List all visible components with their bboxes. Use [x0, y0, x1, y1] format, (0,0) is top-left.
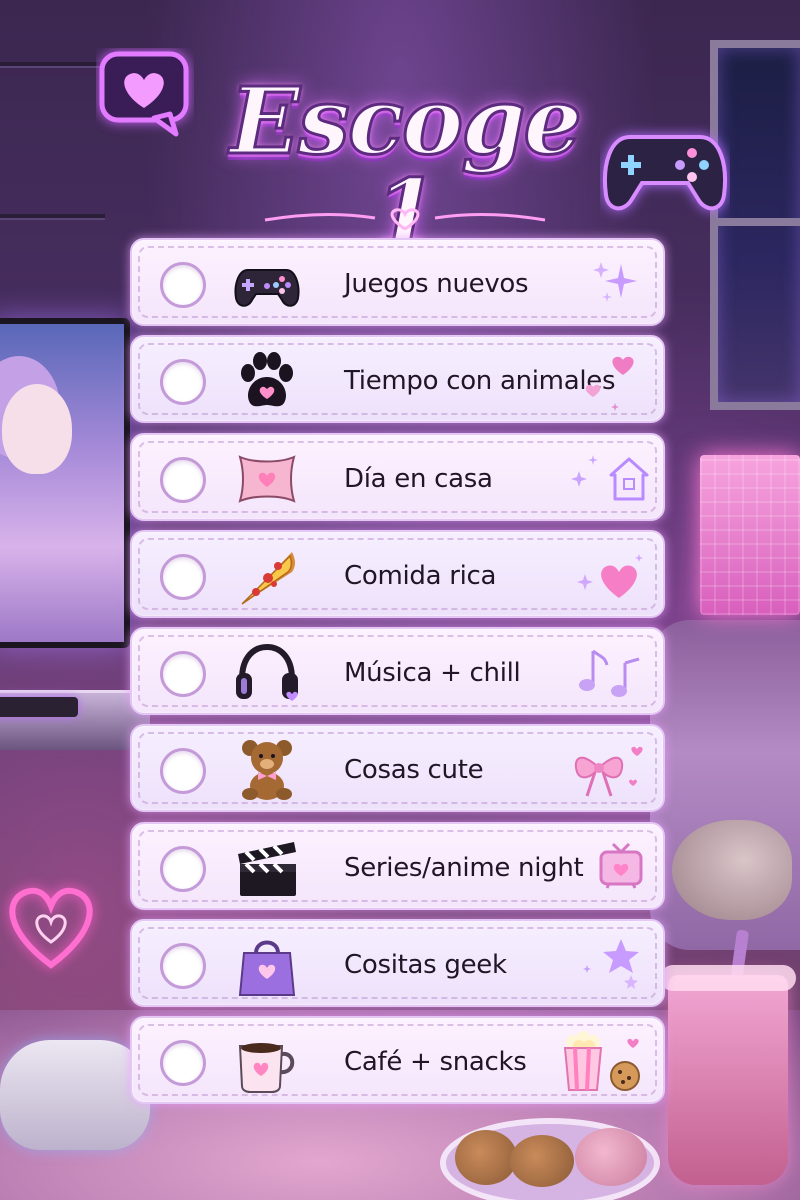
radio-button[interactable] — [160, 262, 206, 308]
popcorn-cookie-icon — [563, 1031, 640, 1092]
bow-icon — [574, 747, 643, 797]
heart-speech-bubble-icon — [99, 51, 189, 137]
sparkles-icon — [593, 262, 637, 302]
paw-print-icon — [241, 352, 293, 407]
radio-button[interactable] — [160, 845, 206, 892]
choice-card[interactable]: Juegos nuevos — [130, 238, 665, 326]
hearts-icon — [585, 357, 634, 412]
radio-button[interactable] — [160, 943, 206, 990]
choice-card[interactable]: Tiempo con animales — [130, 335, 665, 424]
choice-label: Café + snacks — [344, 1047, 527, 1078]
keyboard — [0, 697, 78, 717]
headphones-icon — [236, 644, 298, 702]
heart-icon — [577, 553, 643, 598]
choice-label: Día en casa — [344, 463, 493, 494]
sofa — [650, 620, 800, 950]
neon-heart-icon — [9, 887, 93, 969]
desk — [0, 690, 150, 750]
pillow-icon — [238, 454, 296, 503]
radio-button[interactable] — [160, 553, 206, 600]
clapperboard-icon — [238, 841, 296, 896]
house-icon — [571, 454, 649, 501]
choice-card[interactable]: Cositas geek — [130, 919, 665, 1008]
header: Escoge 1 — [0, 0, 800, 261]
pixel-heart-sign — [700, 455, 800, 615]
coffee-mug-icon — [238, 1043, 295, 1094]
choice-card[interactable]: Series/anime night — [130, 821, 665, 910]
game-controller — [0, 1040, 150, 1150]
pizza-icon — [241, 551, 295, 605]
cup-lid — [660, 965, 796, 991]
choice-label: Cositas geek — [344, 950, 507, 981]
choice-card[interactable]: Café + snacks — [130, 1016, 665, 1105]
choice-label: Cosas cute — [344, 755, 484, 786]
choice-card[interactable]: Comida rica — [130, 529, 665, 618]
choice-card[interactable]: Cosas cute — [130, 724, 665, 813]
cookie — [575, 1128, 647, 1186]
neon-gamepad-icon — [603, 135, 727, 211]
radio-button[interactable] — [160, 651, 206, 698]
gamepad-icon — [234, 269, 300, 307]
heart-divider-icon — [264, 208, 546, 230]
choice-list: Juegos nuevos Tiempo con animales Día en… — [130, 238, 665, 1114]
shopping-bag-icon — [238, 940, 296, 997]
cookie — [455, 1130, 517, 1185]
sleeping-cat — [672, 820, 792, 920]
choice-label: Juegos nuevos — [344, 269, 529, 299]
drink-cup — [668, 975, 788, 1185]
anime-character-image — [2, 384, 72, 474]
choice-card[interactable]: Día en casa — [130, 432, 665, 521]
teddy-bear-icon — [242, 740, 292, 801]
cookie — [510, 1135, 574, 1187]
choice-card[interactable]: Música + chill — [130, 627, 665, 716]
cookie-plate — [440, 1118, 660, 1200]
straw — [728, 929, 750, 991]
choice-label: Comida rica — [344, 560, 497, 591]
tv-icon — [599, 842, 643, 889]
radio-button[interactable] — [160, 1040, 206, 1087]
stars-icon — [583, 939, 639, 990]
music-notes-icon — [579, 649, 640, 698]
radio-button[interactable] — [160, 748, 206, 795]
monitor — [0, 318, 130, 648]
page-title: Escoge 1 — [228, 67, 583, 267]
choice-label: Música + chill — [344, 658, 521, 689]
radio-button[interactable] — [160, 456, 206, 503]
radio-button[interactable] — [160, 359, 206, 406]
choice-label: Series/anime night — [344, 852, 584, 883]
